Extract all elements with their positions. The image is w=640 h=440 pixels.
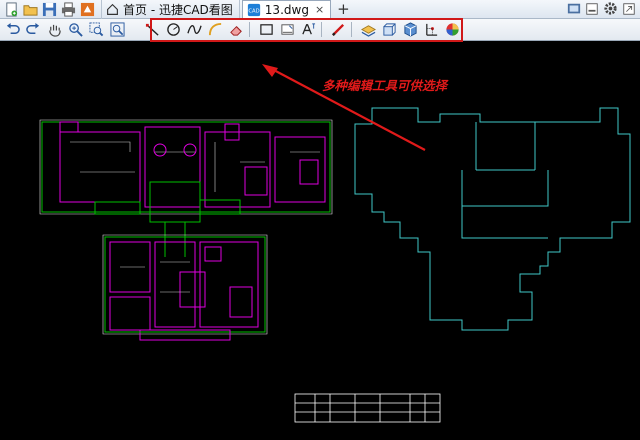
new-file-icon[interactable] xyxy=(3,1,19,17)
print-icon[interactable] xyxy=(60,1,76,17)
tab-document-label: 13.dwg xyxy=(264,2,309,17)
home-icon xyxy=(106,3,119,16)
pan-icon[interactable] xyxy=(45,21,63,39)
restore-icon[interactable] xyxy=(622,2,636,19)
zoom-extents-icon[interactable] xyxy=(108,21,126,39)
new-tab-button[interactable]: + xyxy=(337,0,350,18)
tab-home[interactable]: 首页 - 迅捷CAD看图 xyxy=(101,0,240,19)
floor-plan-outline-right xyxy=(354,107,631,331)
save-icon[interactable] xyxy=(41,1,57,17)
cad-app-icon[interactable] xyxy=(79,1,95,17)
cad-drawing xyxy=(39,64,631,423)
minimize-view-icon[interactable] xyxy=(585,2,599,19)
zoom-window-icon[interactable] xyxy=(87,21,105,39)
zoom-in-icon[interactable] xyxy=(66,21,84,39)
drawing-canvas[interactable] xyxy=(0,42,640,440)
tab-home-label: 首页 - 迅捷CAD看图 xyxy=(123,2,233,17)
edit-tools-highlight xyxy=(150,18,463,42)
window-controls xyxy=(567,1,636,19)
floor-plan-left xyxy=(39,119,333,341)
tab-bar: 首页 - 迅捷CAD看图 CAD 13.dwg × + xyxy=(0,0,640,19)
close-tab-button[interactable]: × xyxy=(315,3,324,16)
drawing-data-table xyxy=(294,393,441,423)
callout-text: 多种编辑工具可供选择 xyxy=(322,78,448,93)
cad-logo-icon: CAD xyxy=(247,3,261,17)
open-icon[interactable] xyxy=(22,1,38,17)
redo-icon[interactable] xyxy=(24,21,42,39)
undo-icon[interactable] xyxy=(3,21,21,39)
tab-document[interactable]: CAD 13.dwg × xyxy=(241,0,332,19)
svg-text:CAD: CAD xyxy=(248,8,259,14)
settings-icon[interactable] xyxy=(603,1,618,19)
cad-viewer-window: 首页 - 迅捷CAD看图 CAD 13.dwg × + 多种编辑工具可供选择 xyxy=(0,0,640,440)
fullscreen-icon[interactable] xyxy=(567,2,581,19)
